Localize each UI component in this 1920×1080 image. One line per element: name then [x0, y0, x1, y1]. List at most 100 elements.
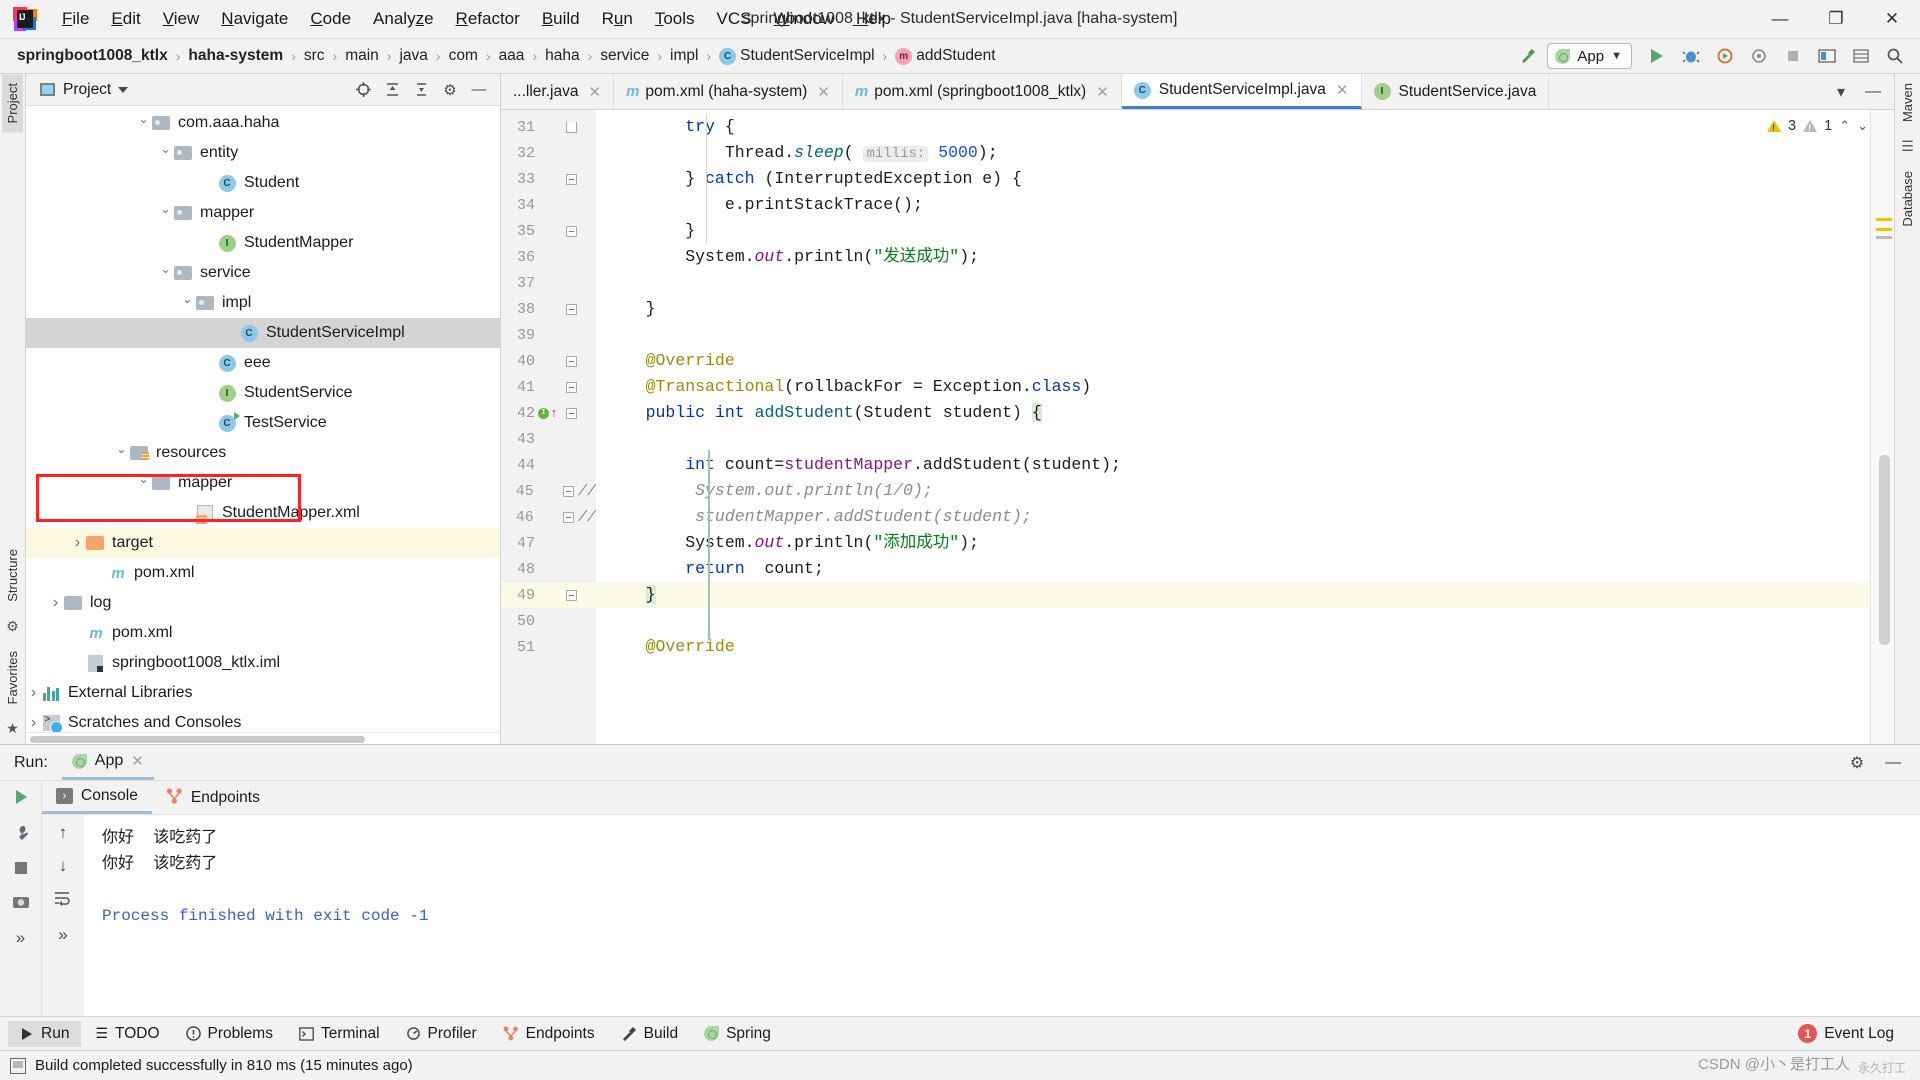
database-icon[interactable] — [1846, 42, 1876, 70]
code-line[interactable]: return count; — [596, 556, 1894, 582]
code-text[interactable]: try { Thread.sleep( millis: 5000); } cat… — [596, 110, 1894, 744]
project-tree[interactable]: com.aaa.haha entity C Student mapper I Student… — [26, 106, 500, 732]
chevron-down-icon[interactable] — [180, 296, 195, 310]
code-folding-marker[interactable] — [561, 407, 581, 419]
next-problem-icon[interactable]: ⌄ — [1857, 118, 1868, 134]
sidebar-item-database[interactable]: Database — [1897, 162, 1918, 236]
run-tab-app[interactable]: App ✕ — [61, 745, 154, 780]
code-line[interactable]: try { — [596, 114, 1894, 140]
menu-analyze[interactable]: Analyze — [362, 5, 445, 33]
override-method-icon[interactable]: I — [538, 407, 550, 419]
code-line[interactable] — [596, 608, 1894, 634]
more-actions-icon[interactable]: » — [16, 928, 25, 948]
more-actions-icon[interactable]: » — [58, 925, 67, 945]
project-tree-hscrollbar[interactable] — [26, 732, 500, 744]
scroll-down-icon[interactable]: ↓ — [59, 856, 68, 876]
chevron-down-icon[interactable] — [136, 116, 151, 130]
gutter-line[interactable]: 50 — [501, 608, 596, 634]
debug-icon[interactable] — [1676, 42, 1706, 70]
code-line[interactable]: studentMapper.addStudent(student); — [596, 504, 1894, 530]
editor-scrollbar-track[interactable] — [1870, 110, 1894, 744]
soft-wrap-icon[interactable] — [53, 889, 73, 912]
minimize-button[interactable]: — — [1752, 0, 1808, 38]
code-folding-marker[interactable] — [561, 381, 581, 393]
stop-icon[interactable] — [13, 860, 29, 881]
profiler-icon[interactable] — [1744, 42, 1774, 70]
menu-build[interactable]: Build — [531, 5, 591, 33]
code-line[interactable]: } — [596, 582, 1894, 608]
code-line[interactable]: System.out.println("发送成功"); — [596, 244, 1894, 270]
gutter-line[interactable]: 41 — [501, 374, 596, 400]
chevron-right-icon[interactable] — [70, 534, 85, 552]
gutter-line[interactable]: 32 — [501, 140, 596, 166]
tab-console[interactable]: › Console — [42, 781, 152, 814]
menu-run[interactable]: Run — [591, 5, 644, 33]
inspection-summary[interactable]: 3 1 ⌃ ⌄ — [1767, 118, 1868, 134]
editor-tab-studentserviceimpl[interactable]: C StudentServiceImpl.java ✕ — [1121, 74, 1362, 109]
editor-vertical-scrollbar[interactable] — [1879, 455, 1890, 645]
breadcrumb-item-service[interactable]: service — [597, 46, 652, 66]
code-line[interactable]: System.out.println("添加成功"); — [596, 530, 1894, 556]
gutter-line[interactable]: 43 — [501, 426, 596, 452]
breadcrumb-item-project[interactable]: springboot1008_ktlx — [14, 46, 171, 66]
gutter-line[interactable]: 37 — [501, 270, 596, 296]
breadcrumb-item-aaa[interactable]: aaa — [496, 46, 528, 66]
tree-item-studentmapper-xml[interactable]: StudentMapper.xml — [26, 498, 500, 528]
code-folding-marker[interactable] — [561, 589, 581, 601]
tree-item-studentservice[interactable]: I StudentService — [26, 378, 500, 408]
code-line[interactable]: e.printStackTrace(); — [596, 192, 1894, 218]
build-hammer-icon[interactable] — [1513, 42, 1543, 70]
code-folding-marker[interactable] — [559, 485, 578, 497]
camera-icon[interactable] — [12, 894, 30, 915]
tool-button-event-log[interactable]: 1 Event Log — [1786, 1020, 1906, 1047]
breadcrumb-item-haha[interactable]: haha — [542, 46, 582, 66]
code-line[interactable]: } — [596, 296, 1894, 322]
chevron-down-icon[interactable] — [158, 146, 173, 160]
editor-gutter[interactable]: 31 32 33 34 35 36 37 38 39 40 41 42 I ↑ 43 44 45//46//47… — [501, 110, 596, 744]
tree-item-target[interactable]: target — [26, 528, 500, 558]
tree-item-springboot1008-ktlx-iml[interactable]: springboot1008_ktlx.iml — [26, 648, 500, 678]
breadcrumb-item-class[interactable]: C StudentServiceImpl — [716, 46, 877, 66]
chevron-right-icon[interactable] — [48, 594, 63, 612]
scroll-up-icon[interactable]: ↑ — [59, 823, 68, 843]
code-line[interactable]: @Override — [596, 348, 1894, 374]
tree-item-testservice[interactable]: C TestService — [26, 408, 500, 438]
gutter-line[interactable]: 47 — [501, 530, 596, 556]
tree-item-eee[interactable]: Ceee — [26, 348, 500, 378]
expand-all-icon[interactable] — [408, 77, 434, 103]
tree-item-pom-xml[interactable]: m pom.xml — [26, 618, 500, 648]
code-line[interactable] — [596, 322, 1894, 348]
code-line[interactable]: System.out.println(1/0); — [596, 478, 1894, 504]
hide-editor-icon[interactable]: — — [1858, 78, 1888, 106]
breadcrumb-item-src[interactable]: src — [301, 46, 328, 66]
tree-item-external-libraries[interactable]: External Libraries — [26, 678, 500, 708]
tool-button-build[interactable]: Build — [609, 1021, 690, 1047]
tree-item-scratches-and-consoles[interactable]: Scratches and Consoles — [26, 708, 500, 732]
gutter-line[interactable]: 36 — [501, 244, 596, 270]
close-icon[interactable]: ✕ — [588, 83, 601, 101]
breadcrumb-item-com[interactable]: com — [446, 46, 481, 66]
gutter-line[interactable]: 42 I ↑ — [501, 400, 596, 426]
gutter-line[interactable]: 31 — [501, 114, 596, 140]
menu-navigate[interactable]: Navigate — [210, 5, 299, 33]
ant-build-icon[interactable]: ⚙ — [6, 618, 19, 635]
update-app-icon[interactable] — [1812, 42, 1842, 70]
rerun-icon[interactable] — [12, 788, 30, 811]
close-button[interactable]: ✕ — [1864, 0, 1920, 38]
settings-gear-icon[interactable]: ⚙ — [437, 77, 463, 103]
code-line[interactable]: @Override — [596, 634, 1894, 660]
stop-icon[interactable] — [1778, 42, 1808, 70]
prev-problem-icon[interactable]: ⌃ — [1839, 118, 1850, 134]
gutter-line[interactable]: 51 — [501, 634, 596, 660]
breadcrumb-item-java[interactable]: java — [396, 46, 430, 66]
gutter-line[interactable]: 44 — [501, 452, 596, 478]
implements-arrow-icon[interactable]: ↑ — [550, 407, 558, 420]
tool-button-todo[interactable]: ☰ TODO — [83, 1021, 171, 1047]
gutter-line[interactable]: 46 // — [501, 504, 596, 530]
tool-button-profiler[interactable]: Profiler — [394, 1021, 489, 1047]
maven-panel-icon[interactable]: ☰ — [1901, 138, 1914, 155]
tree-item-impl[interactable]: impl — [26, 288, 500, 318]
tree-item-mapper[interactable]: mapper — [26, 198, 500, 228]
tree-item-pom-xml[interactable]: m pom.xml — [26, 558, 500, 588]
close-icon[interactable]: ✕ — [131, 752, 144, 770]
